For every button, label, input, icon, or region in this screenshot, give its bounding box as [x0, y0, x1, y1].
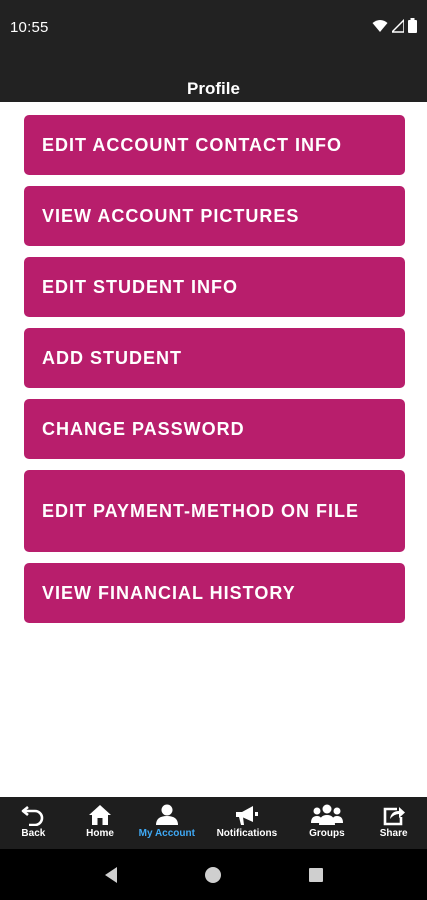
change-password-button[interactable]: CHANGE PASSWORD	[24, 399, 405, 459]
status-bar: 10:55	[0, 0, 427, 55]
profile-menu: EDIT ACCOUNT CONTACT INFO VIEW ACCOUNT P…	[24, 115, 405, 634]
nav-label: Back	[21, 828, 46, 839]
nav-label: Notifications	[216, 828, 278, 839]
button-label: VIEW ACCOUNT PICTURES	[42, 205, 300, 226]
nav-back[interactable]: Back	[0, 797, 67, 849]
system-recents-icon[interactable]	[307, 866, 325, 884]
groups-icon	[310, 804, 343, 825]
status-icons	[372, 18, 417, 33]
button-label: EDIT PAYMENT-METHOD ON FILE	[42, 500, 360, 521]
button-label: VIEW FINANCIAL HISTORY	[42, 582, 296, 603]
status-time: 10:55	[10, 19, 49, 36]
wifi-icon	[372, 19, 388, 32]
edit-payment-method-button[interactable]: EDIT PAYMENT-METHOD ON FILE	[24, 470, 405, 552]
button-label: ADD STUDENT	[42, 347, 182, 368]
system-back-icon[interactable]	[102, 866, 120, 884]
edit-student-info-button[interactable]: EDIT STUDENT INFO	[24, 257, 405, 317]
battery-icon	[408, 18, 417, 33]
bottom-nav: Back Home My Account Notifications Group…	[0, 797, 427, 849]
nav-groups[interactable]: Groups	[294, 797, 361, 849]
view-financial-history-button[interactable]: VIEW FINANCIAL HISTORY	[24, 563, 405, 623]
add-student-button[interactable]: ADD STUDENT	[24, 328, 405, 388]
page-title: Profile	[187, 79, 240, 98]
nav-notifications[interactable]: Notifications	[200, 797, 293, 849]
person-icon	[155, 804, 178, 825]
view-account-pictures-button[interactable]: VIEW ACCOUNT PICTURES	[24, 186, 405, 246]
megaphone-icon	[235, 806, 258, 825]
nav-label: Home	[86, 828, 114, 839]
button-label: CHANGE PASSWORD	[42, 418, 245, 439]
edit-account-contact-info-button[interactable]: EDIT ACCOUNT CONTACT INFO	[24, 115, 405, 175]
back-icon	[22, 805, 44, 826]
nav-label: My Account	[138, 828, 195, 839]
button-label: EDIT ACCOUNT CONTACT INFO	[42, 134, 342, 155]
system-nav-bar	[0, 849, 427, 900]
home-icon	[89, 805, 112, 825]
nav-my-account[interactable]: My Account	[133, 797, 200, 849]
button-label: EDIT STUDENT INFO	[42, 276, 238, 297]
nav-label: Groups	[309, 828, 345, 839]
nav-label: Share	[379, 828, 408, 839]
share-icon	[383, 807, 405, 826]
signal-icon	[392, 18, 404, 33]
system-home-icon[interactable]	[204, 866, 222, 884]
app-header: Profile	[0, 55, 427, 102]
nav-share[interactable]: Share	[360, 797, 427, 849]
nav-home[interactable]: Home	[67, 797, 134, 849]
